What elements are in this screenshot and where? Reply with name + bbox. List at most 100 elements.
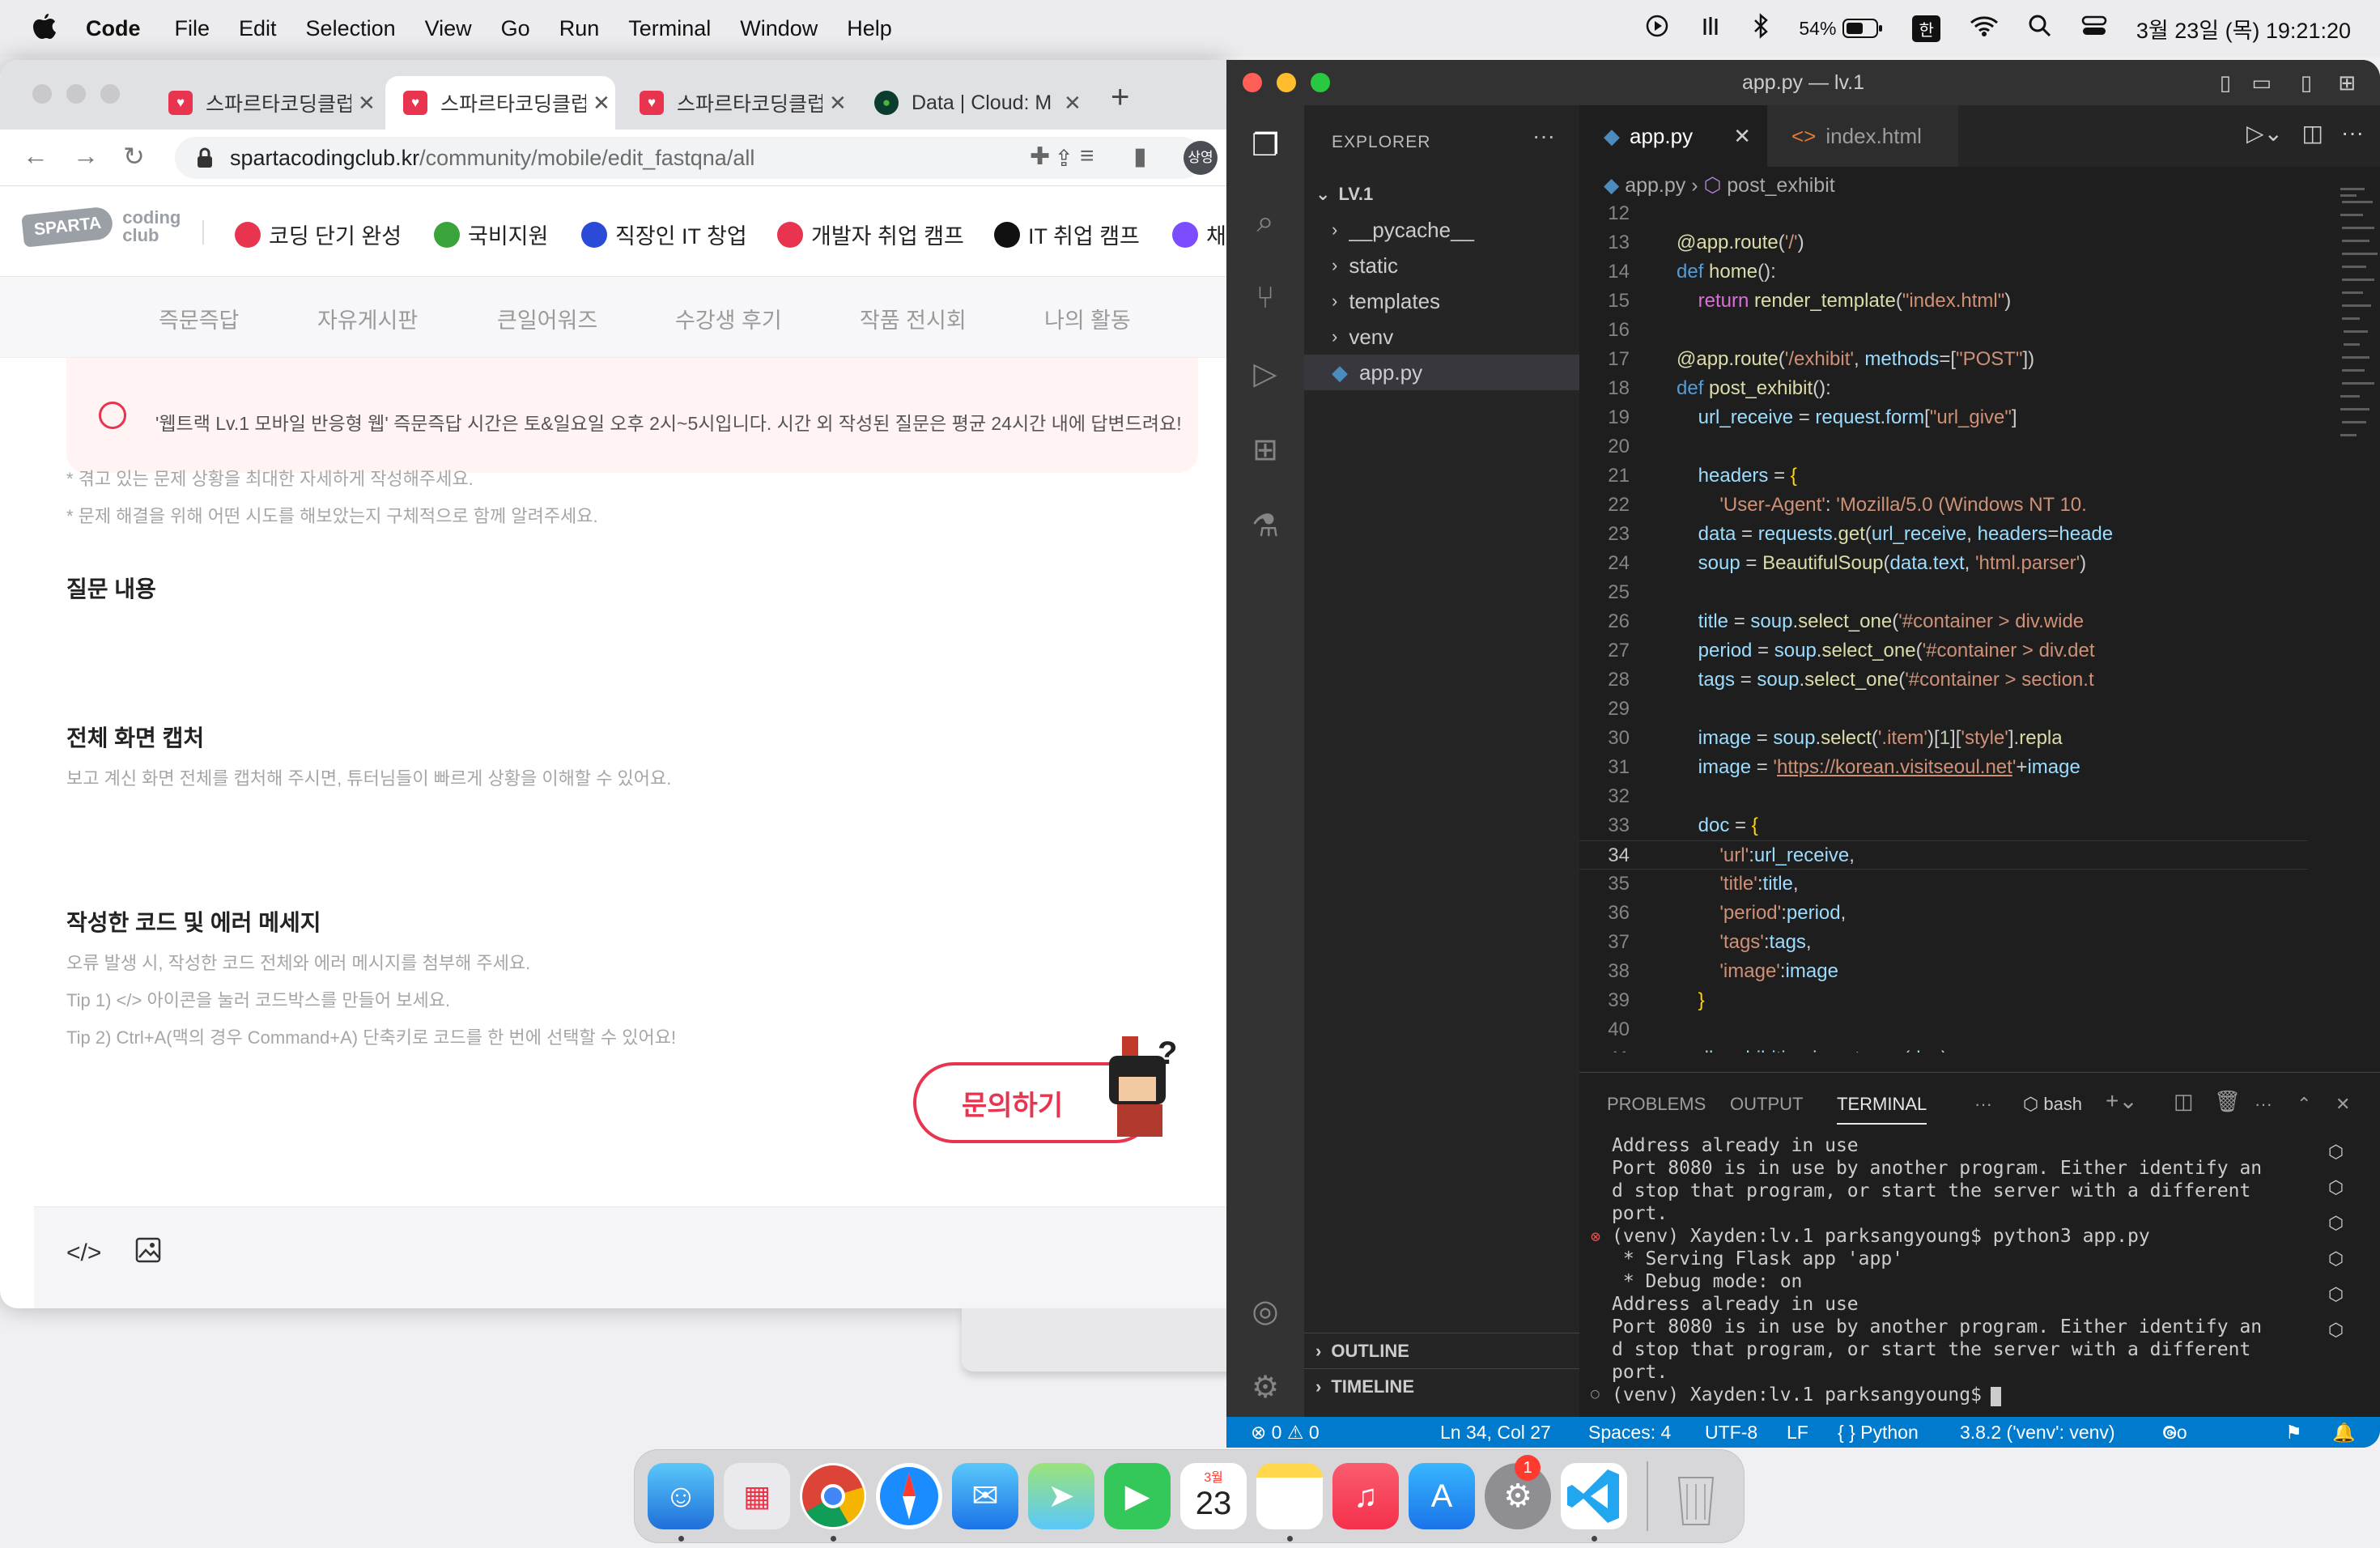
- panel-more-icon[interactable]: ···: [1974, 1094, 1992, 1115]
- minimap[interactable]: [2339, 186, 2378, 453]
- antenna-icon[interactable]: [1698, 14, 1723, 44]
- split-editor-icon[interactable]: ◫: [2302, 120, 2323, 147]
- zoom-window-button[interactable]: [100, 84, 120, 104]
- bluetooth-icon[interactable]: [1752, 12, 1770, 45]
- toggle-sidebar-icon[interactable]: ▯: [2220, 60, 2231, 105]
- terminal-instance-icon[interactable]: ⬡: [2328, 1312, 2361, 1348]
- menubar-clock[interactable]: 3월 23일 (목) 19:21:20: [2136, 13, 2351, 45]
- nav-gov-support[interactable]: 국비지원: [434, 219, 548, 250]
- subnav-quick-qna[interactable]: 즉문즉답: [159, 303, 239, 334]
- battery-status[interactable]: 54%: [1799, 18, 1883, 40]
- safari-icon[interactable]: [876, 1463, 942, 1529]
- spotlight-search-icon[interactable]: [2028, 14, 2052, 44]
- back-arrow-icon[interactable]: ←: [23, 141, 49, 171]
- panel-tab-terminal[interactable]: TERMINAL: [1837, 1094, 1927, 1125]
- kill-terminal-trash-icon[interactable]: 🗑: [2214, 1089, 2241, 1114]
- close-tab-icon[interactable]: ✕: [1733, 124, 1751, 149]
- terminal-instance-icon[interactable]: ⬡: [2328, 1277, 2361, 1312]
- status-language[interactable]: { } Python: [1838, 1417, 1919, 1448]
- editor-more-icon[interactable]: ···: [2341, 120, 2364, 146]
- status-indentation[interactable]: Spaces: 4: [1588, 1417, 1671, 1448]
- terminal-instance-icon[interactable]: ⬡: [2328, 1134, 2361, 1170]
- chrome-icon[interactable]: [800, 1463, 866, 1529]
- breadcrumb-file[interactable]: app.py: [1625, 174, 1685, 197]
- code-editor[interactable]: 12 13 @app.route('/') 14 def home(): 15 re…: [1579, 199, 2337, 1053]
- outline-section[interactable]: › OUTLINE: [1304, 1333, 1579, 1368]
- share-icon[interactable]: ⇪: [1055, 145, 1073, 172]
- customize-layout-icon[interactable]: ⊞: [2338, 60, 2356, 105]
- explorer-files-icon[interactable]: ❐: [1244, 125, 1286, 167]
- subnav-free-board[interactable]: 자유게시판: [317, 303, 418, 334]
- sparta-logo[interactable]: SPARTA coding club: [21, 206, 181, 248]
- nav-dev-camp[interactable]: 개발자 취업 캠프: [777, 219, 964, 250]
- status-encoding[interactable]: UTF-8: [1705, 1417, 1757, 1448]
- menu-window[interactable]: Window: [740, 16, 818, 41]
- tab-app-py[interactable]: ◆ app.py ✕: [1579, 105, 1767, 167]
- close-panel-icon[interactable]: ✕: [2335, 1094, 2350, 1115]
- new-tab-plus-icon[interactable]: +: [1111, 79, 1129, 116]
- browser-tab[interactable]: ♥ 스파르타코딩클럽 ✕: [622, 76, 848, 130]
- terminal-instance-icon[interactable]: ⬡: [2328, 1170, 2361, 1206]
- toggle-panel-icon[interactable]: ▭: [2251, 60, 2272, 105]
- apple-icon[interactable]: [32, 12, 57, 45]
- tree-item-venv[interactable]: › venv: [1304, 319, 1579, 355]
- profile-avatar[interactable]: 상영: [1184, 141, 1218, 175]
- split-terminal-icon[interactable]: ◫: [2174, 1089, 2194, 1114]
- facetime-icon[interactable]: ▶: [1104, 1463, 1171, 1529]
- terminal-instance-icon[interactable]: ⬡: [2328, 1241, 2361, 1277]
- terminal-instances-list[interactable]: ⬡ ⬡ ⬡ ⬡ ⬡ ⬡: [2328, 1134, 2361, 1369]
- menu-app-name[interactable]: Code: [86, 16, 141, 41]
- timeline-section[interactable]: › TIMELINE: [1304, 1368, 1579, 1404]
- menu-view[interactable]: View: [425, 16, 472, 41]
- panel-tab-problems[interactable]: PROBLEMS: [1607, 1094, 1706, 1115]
- tree-item-static[interactable]: › static: [1304, 248, 1579, 283]
- launchpad-icon[interactable]: ▦: [724, 1463, 790, 1529]
- menu-selection[interactable]: Selection: [306, 16, 396, 41]
- close-tab-icon[interactable]: ✕: [1064, 91, 1082, 116]
- reading-list-icon[interactable]: ≡: [1080, 142, 1094, 170]
- minimize-window-button[interactable]: [66, 84, 86, 104]
- manage-gear-icon[interactable]: ⚙: [1244, 1367, 1286, 1409]
- app-store-icon[interactable]: A: [1409, 1463, 1475, 1529]
- input-source-indicator[interactable]: 한: [1912, 15, 1940, 42]
- subnav-awards[interactable]: 큰일어워즈: [497, 303, 597, 334]
- side-panel-icon[interactable]: ▮: [1133, 142, 1147, 171]
- finder-icon[interactable]: ☺: [648, 1463, 714, 1529]
- source-control-icon[interactable]: ⑂: [1244, 277, 1286, 319]
- terminal-shell-selector[interactable]: ⬡ bash: [2023, 1094, 2082, 1115]
- status-cursor-position[interactable]: Ln 34, Col 27: [1440, 1417, 1551, 1448]
- tree-item-app-py[interactable]: ◆ app.py: [1304, 355, 1579, 390]
- extensions-icon[interactable]: ⊞: [1244, 429, 1286, 471]
- close-window-button[interactable]: [1243, 73, 1262, 92]
- play-circle-icon[interactable]: [1645, 14, 1669, 44]
- folder-root[interactable]: ⌄ LV.1: [1304, 176, 1579, 212]
- terminal-more-icon[interactable]: ···: [2255, 1094, 2272, 1115]
- menu-edit[interactable]: Edit: [239, 16, 277, 41]
- close-tab-icon[interactable]: ✕: [829, 91, 847, 116]
- new-terminal-plus-icon[interactable]: +⌄: [2106, 1087, 2138, 1114]
- close-tab-icon[interactable]: ✕: [593, 91, 610, 116]
- run-debug-icon[interactable]: ▷: [1244, 353, 1286, 395]
- reload-icon[interactable]: ↻: [123, 141, 145, 172]
- menu-help[interactable]: Help: [847, 16, 892, 41]
- menu-run[interactable]: Run: [559, 16, 600, 41]
- vscode-icon[interactable]: [1561, 1463, 1627, 1529]
- feedback-icon[interactable]: ⚑: [2285, 1417, 2302, 1448]
- trash-icon[interactable]: [1663, 1463, 1729, 1529]
- maps-icon[interactable]: ➤: [1028, 1463, 1094, 1529]
- forward-arrow-icon[interactable]: →: [73, 141, 99, 171]
- maximize-panel-chevron-icon[interactable]: ⌃: [2297, 1094, 2311, 1115]
- calendar-icon[interactable]: 3월 23: [1180, 1463, 1247, 1529]
- browser-tab-active[interactable]: ♥ 스파르타코딩클럽 ✕: [385, 76, 615, 130]
- notes-icon[interactable]: [1256, 1463, 1323, 1529]
- menu-go[interactable]: Go: [501, 16, 530, 41]
- status-interpreter[interactable]: 3.8.2 ('venv': venv): [1960, 1417, 2115, 1448]
- browser-tab[interactable]: ♥ 스파르타코딩클럽 ✕: [151, 76, 377, 130]
- terminal-instance-icon[interactable]: ⬡: [2328, 1206, 2361, 1241]
- accounts-icon[interactable]: ◎: [1244, 1291, 1286, 1333]
- image-upload-icon[interactable]: [134, 1236, 162, 1268]
- more-actions-icon[interactable]: ···: [1532, 123, 1555, 149]
- nav-it-startup[interactable]: 직장인 IT 창업: [581, 219, 747, 250]
- subnav-showcase[interactable]: 작품 전시회: [860, 303, 967, 334]
- extensions-puzzle-icon[interactable]: ✚: [1030, 142, 1050, 171]
